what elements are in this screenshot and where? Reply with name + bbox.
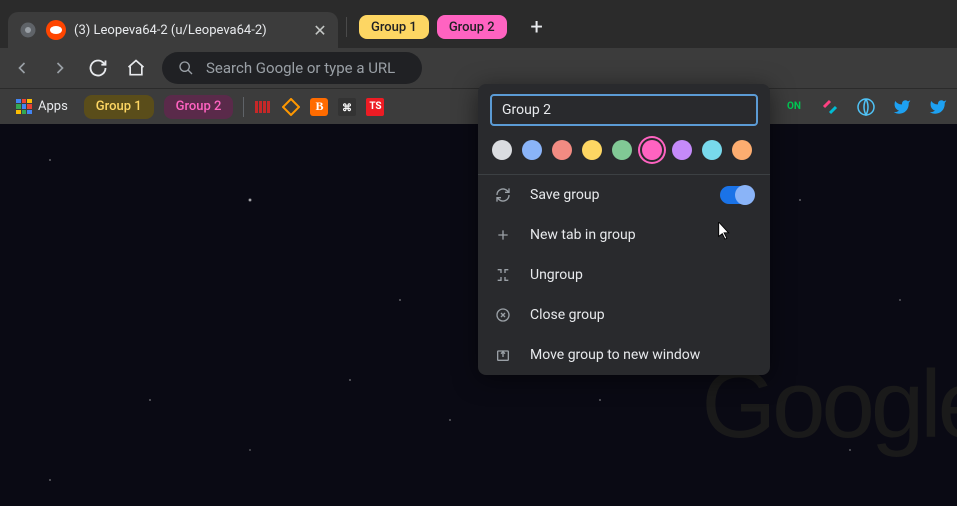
forward-button[interactable] [48,56,72,80]
new-tab-in-group-item[interactable]: New tab in group [478,215,770,255]
tab-title: (3) Leopeva64-2 (u/Leopeva64-2) [74,23,304,38]
plus-icon [494,226,512,244]
color-grey[interactable] [492,140,512,160]
bookmark-globe-icon[interactable] [857,98,875,116]
bookmark-icon-on[interactable]: ON [785,98,803,116]
color-picker-row [478,136,770,174]
omnibox-placeholder: Search Google or type a URL [206,59,395,77]
color-green[interactable] [612,140,632,160]
group-name-input[interactable] [490,94,758,126]
color-cyan[interactable] [702,140,722,160]
reload-button[interactable] [86,56,110,80]
new-tab-button[interactable]: + [523,13,551,41]
search-icon [178,60,194,76]
chrome-icon [18,20,38,40]
active-tab[interactable]: (3) Leopeva64-2 (u/Leopeva64-2) ✕ [8,12,338,48]
bookmark-group-1[interactable]: Group 1 [84,95,154,119]
group-context-menu: Save group New tab in group Ungroup Clos… [478,84,770,375]
reddit-icon [46,20,66,40]
close-group-label: Close group [530,307,605,323]
bookmark-twitter-icon-1[interactable] [893,98,911,116]
tab-separator [346,17,347,37]
apps-label: Apps [38,99,68,114]
color-red[interactable] [552,140,572,160]
bookmark-icon-1[interactable] [254,98,272,116]
ungroup-item[interactable]: Ungroup [478,255,770,295]
apps-icon [16,99,32,115]
bookmark-twitter-icon-2[interactable] [929,98,947,116]
home-button[interactable] [124,56,148,80]
bookmark-icon-4[interactable]: ⌘ [338,98,356,116]
address-bar[interactable]: Search Google or type a URL [162,52,422,84]
bookmark-blogger-icon[interactable]: B [310,98,328,116]
sync-icon [494,186,512,204]
bookmark-icon-2[interactable] [282,98,300,116]
move-group-item[interactable]: Move group to new window [478,335,770,375]
toolbar: Search Google or type a URL [0,48,957,88]
save-group-item[interactable]: Save group [478,175,770,215]
color-orange[interactable] [732,140,752,160]
save-group-label: Save group [530,187,599,203]
tab-strip: (3) Leopeva64-2 (u/Leopeva64-2) ✕ Group … [0,0,957,48]
tab-group-1[interactable]: Group 1 [359,15,429,39]
save-group-toggle[interactable] [720,186,754,204]
color-yellow[interactable] [582,140,602,160]
ungroup-icon [494,266,512,284]
bookmark-group-2[interactable]: Group 2 [164,95,234,119]
apps-button[interactable]: Apps [10,93,74,121]
close-circle-icon [494,306,512,324]
bookmark-separator [243,97,244,117]
ungroup-label: Ungroup [530,267,583,283]
external-window-icon [494,346,512,364]
new-tab-label: New tab in group [530,227,636,243]
svg-text:⌘: ⌘ [342,103,352,114]
bookmark-ts-icon[interactable]: TS [366,98,384,116]
color-pink[interactable] [642,140,662,160]
move-group-label: Move group to new window [530,347,700,363]
back-button[interactable] [10,56,34,80]
color-blue[interactable] [522,140,542,160]
tab-group-2[interactable]: Group 2 [437,15,507,39]
bookmark-right-icons: ON [785,98,947,116]
color-purple[interactable] [672,140,692,160]
close-group-item[interactable]: Close group [478,295,770,335]
bookmark-icon-colorful[interactable] [821,98,839,116]
close-tab-icon[interactable]: ✕ [312,22,328,38]
